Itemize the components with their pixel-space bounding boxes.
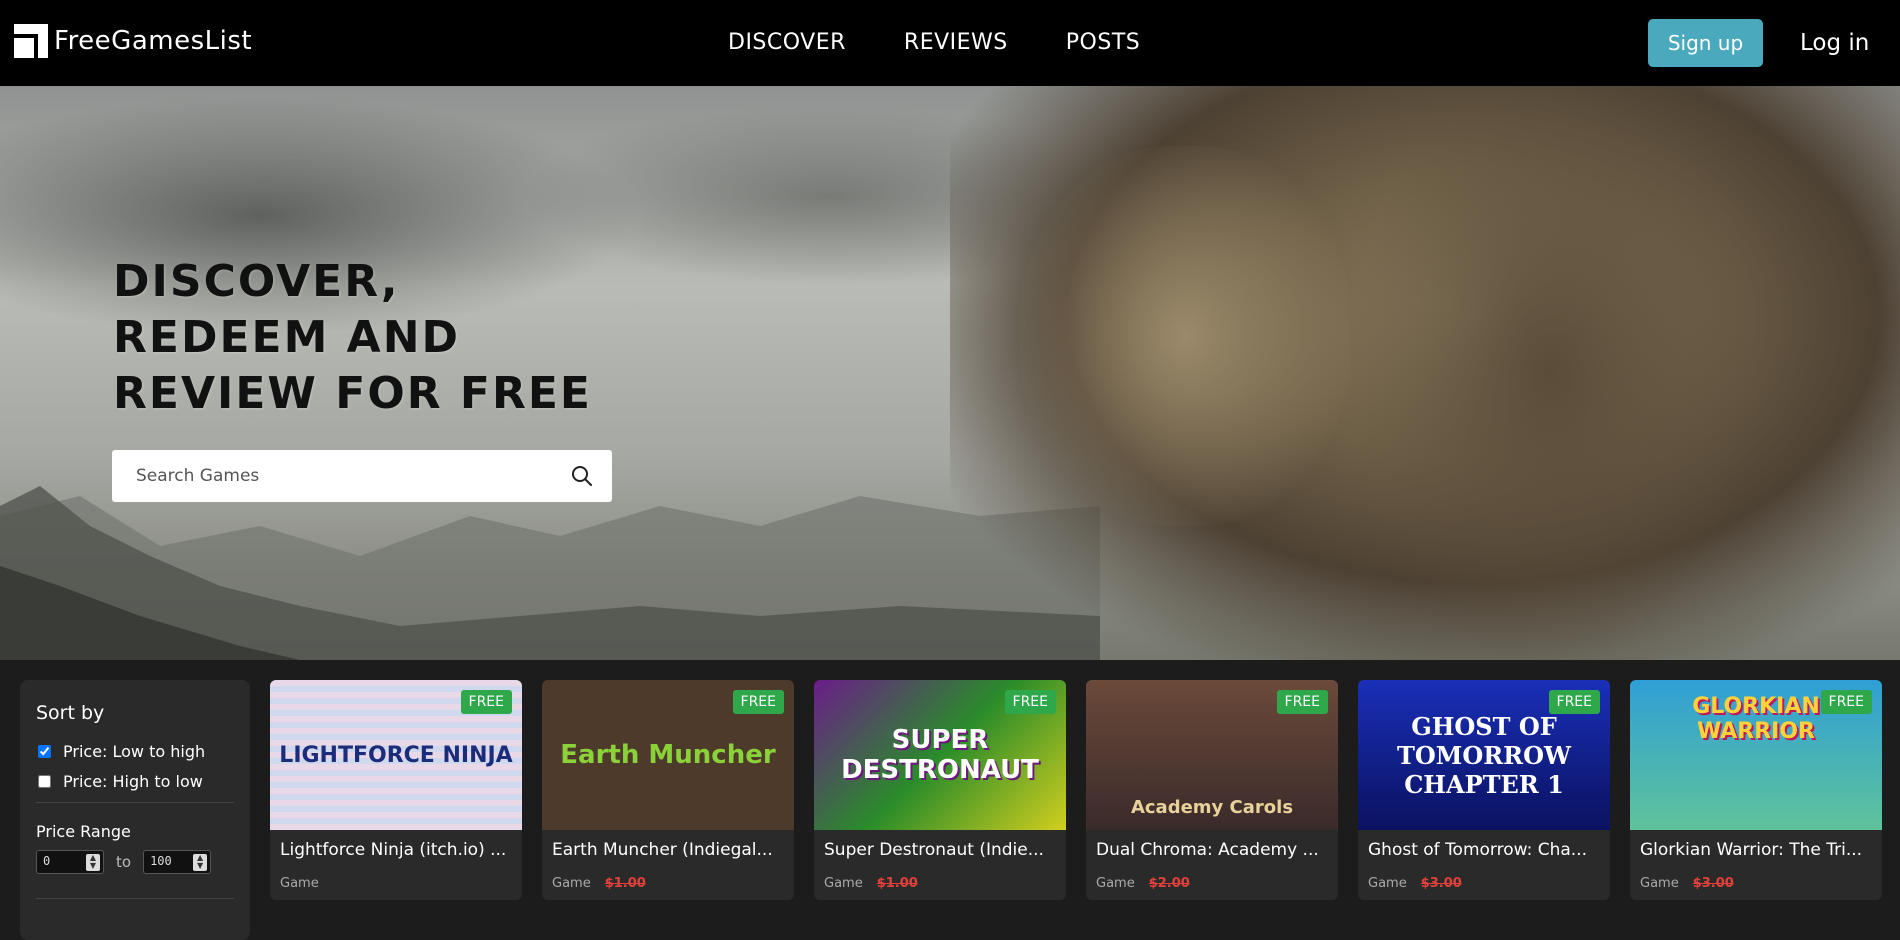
free-badge: FREE [1276, 690, 1328, 714]
sort-option-high-to-low[interactable]: Price: High to low [38, 772, 203, 791]
game-meta: Game $3.00 [1640, 876, 1734, 891]
game-meta: Game [280, 876, 333, 891]
game-type: Game [280, 876, 319, 891]
sort-low-to-high-checkbox[interactable] [38, 745, 51, 758]
old-price: $2.00 [1148, 876, 1190, 891]
price-max-value: 100 [150, 854, 172, 868]
game-thumbnail: SUPER DESTRONAUT FREE [814, 680, 1066, 830]
game-card[interactable]: Earth Muncher FREE Earth Muncher (Indieg… [542, 680, 794, 900]
game-thumbnail: GHOST OF TOMORROW CHAPTER 1 FREE [1358, 680, 1610, 830]
sidebar-divider [36, 802, 234, 803]
game-meta: Game $2.00 [1096, 876, 1190, 891]
free-badge: FREE [1548, 690, 1600, 714]
free-badge: FREE [732, 690, 784, 714]
logo-text: FreeGamesList [54, 26, 253, 56]
logo-mark-icon [14, 24, 48, 58]
sort-high-to-low-checkbox[interactable] [38, 775, 51, 788]
top-navbar: FreeGamesList DISCOVER REVIEWS POSTS Sig… [0, 0, 1900, 86]
old-price: $1.00 [876, 876, 918, 891]
hero-title: DISCOVER, REDEEM AND REVIEW FOR FREE [113, 256, 592, 419]
game-title[interactable]: Glorkian Warrior: The Tri... [1640, 840, 1872, 860]
site-logo[interactable]: FreeGamesList [14, 24, 252, 58]
nav-link-reviews[interactable]: REVIEWS [904, 30, 1008, 55]
old-price: $3.00 [1692, 876, 1734, 891]
range-to-label: to [116, 853, 132, 871]
sort-heading: Sort by [36, 702, 105, 724]
spin-arrows-icon[interactable]: ▲ ▼ [193, 854, 208, 871]
hero-figure [1350, 86, 1750, 660]
old-price: $1.00 [604, 876, 646, 891]
game-grid: LIGHTFORCE NINJA FREE Lightforce Ninja (… [270, 680, 1882, 900]
sidebar-divider [36, 898, 234, 899]
hero-banner: DISCOVER, REDEEM AND REVIEW FOR FREE [0, 86, 1900, 660]
sort-option-label: Price: Low to high [63, 742, 206, 761]
price-min-input[interactable]: 0 ▲ ▼ [36, 850, 104, 874]
game-thumbnail: Academy Carols FREE [1086, 680, 1338, 830]
game-card[interactable]: GHOST OF TOMORROW CHAPTER 1 FREE Ghost o… [1358, 680, 1610, 900]
price-max-input[interactable]: 100 ▲ ▼ [143, 850, 212, 874]
free-badge: FREE [460, 690, 512, 714]
free-badge: FREE [1004, 690, 1056, 714]
game-meta: Game $1.00 [552, 876, 646, 891]
main-nav: DISCOVER REVIEWS POSTS [728, 30, 1140, 55]
signup-button[interactable]: Sign up [1648, 19, 1763, 67]
search-input[interactable] [112, 450, 552, 502]
game-card[interactable]: Academy Carols FREE Dual Chroma: Academy… [1086, 680, 1338, 900]
spin-arrows-icon[interactable]: ▲ ▼ [86, 854, 100, 871]
nav-link-posts[interactable]: POSTS [1066, 30, 1140, 55]
hero-figure [1020, 146, 1350, 526]
game-title[interactable]: Earth Muncher (Indiegal... [552, 840, 784, 860]
login-button[interactable]: Log in [1800, 30, 1869, 56]
game-type: Game [1640, 876, 1679, 891]
nav-link-discover[interactable]: DISCOVER [728, 30, 846, 55]
game-title[interactable]: Dual Chroma: Academy ... [1096, 840, 1328, 860]
price-range-inputs: 0 ▲ ▼ to 100 ▲ ▼ [36, 850, 212, 874]
game-type: Game [824, 876, 863, 891]
game-meta: Game $1.00 [824, 876, 918, 891]
search-icon[interactable] [570, 464, 594, 488]
search-bar [112, 450, 612, 502]
content-area: Sort by Price: Low to high Price: High t… [0, 660, 1900, 940]
game-type: Game [1368, 876, 1407, 891]
sort-option-label: Price: High to low [63, 772, 203, 791]
game-meta: Game $3.00 [1368, 876, 1462, 891]
price-min-value: 0 [43, 854, 51, 868]
game-card[interactable]: SUPER DESTRONAUT FREE Super Destronaut (… [814, 680, 1066, 900]
game-thumbnail: LIGHTFORCE NINJA FREE [270, 680, 522, 830]
free-badge: FREE [1820, 690, 1872, 714]
game-card[interactable]: LIGHTFORCE NINJA FREE Lightforce Ninja (… [270, 680, 522, 900]
old-price: $3.00 [1420, 876, 1462, 891]
price-range-heading: Price Range [36, 822, 131, 841]
sort-option-low-to-high[interactable]: Price: Low to high [38, 742, 205, 761]
game-title[interactable]: Super Destronaut (Indie... [824, 840, 1056, 860]
filter-sidebar: Sort by Price: Low to high Price: High t… [20, 680, 250, 940]
game-title[interactable]: Lightforce Ninja (itch.io) ... [280, 840, 512, 860]
game-card[interactable]: GLORKIAN WARRIOR FREE Glorkian Warrior: … [1630, 680, 1882, 900]
game-title[interactable]: Ghost of Tomorrow: Cha... [1368, 840, 1600, 860]
game-thumbnail: GLORKIAN WARRIOR FREE [1630, 680, 1882, 830]
game-type: Game [1096, 876, 1135, 891]
game-type: Game [552, 876, 591, 891]
game-thumbnail: Earth Muncher FREE [542, 680, 794, 830]
